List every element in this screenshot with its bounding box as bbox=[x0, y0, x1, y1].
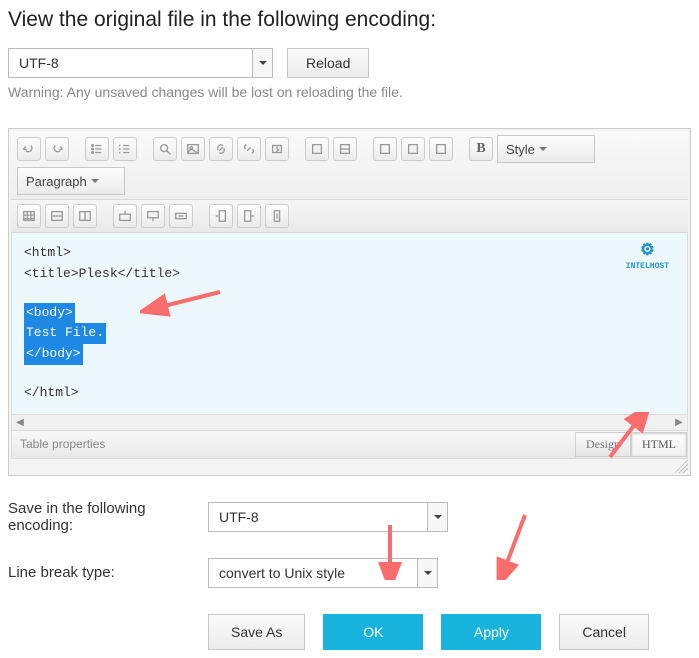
toolbar-btn-3-icon[interactable] bbox=[373, 137, 397, 161]
save-encoding-row: Save in the following encoding: UTF-8 bbox=[8, 500, 691, 534]
editor-statusbar: Table properties Design HTML bbox=[11, 431, 688, 459]
view-encoding-select[interactable]: UTF-8 bbox=[8, 48, 273, 78]
table-insert-col-before-icon[interactable] bbox=[209, 204, 233, 228]
table-insert-row-after-icon[interactable] bbox=[141, 204, 165, 228]
tab-html[interactable]: HTML bbox=[631, 432, 687, 457]
numbered-list-icon[interactable] bbox=[113, 137, 137, 161]
line-break-row: Line break type: convert to Unix style bbox=[8, 558, 691, 588]
editor-resize-grip[interactable] bbox=[11, 459, 688, 473]
table-insert-col-after-icon[interactable] bbox=[237, 204, 261, 228]
view-encoding-row: UTF-8 Reload bbox=[8, 48, 691, 78]
code-line-6: </html> bbox=[24, 383, 675, 404]
chevron-down-icon bbox=[87, 177, 103, 185]
paragraph-dropdown-value: Paragraph bbox=[26, 174, 87, 189]
table-delete-col-icon[interactable] bbox=[265, 204, 289, 228]
table-col-icon[interactable] bbox=[73, 204, 97, 228]
reload-button[interactable]: Reload bbox=[287, 48, 369, 78]
line-break-label: Line break type: bbox=[8, 564, 208, 581]
editor-toolbar-row-1: B Style Paragraph bbox=[11, 131, 688, 200]
save-encoding-select[interactable]: UTF-8 bbox=[208, 502, 448, 532]
scroll-left-icon[interactable]: ◀ bbox=[12, 417, 28, 428]
toolbar-btn-4-icon[interactable] bbox=[401, 137, 425, 161]
ok-button[interactable]: OK bbox=[323, 614, 423, 650]
code-line-2: <title>Plesk</title> bbox=[24, 264, 675, 285]
gear-icon: ⚙ bbox=[626, 241, 669, 261]
code-line-4-selected: Test File. bbox=[24, 323, 106, 344]
dropdown-arrow-icon bbox=[417, 559, 437, 587]
style-dropdown-value: Style bbox=[506, 142, 535, 157]
redo-icon[interactable] bbox=[45, 137, 69, 161]
dropdown-arrow-icon bbox=[252, 49, 272, 77]
undo-icon[interactable] bbox=[17, 137, 41, 161]
table-delete-row-icon[interactable] bbox=[169, 204, 193, 228]
intelhost-logo: ⚙ INTELHOST bbox=[626, 241, 669, 274]
bold-button[interactable]: B bbox=[469, 137, 493, 161]
table-insert-row-before-icon[interactable] bbox=[113, 204, 137, 228]
toolbar-btn-2-icon[interactable] bbox=[333, 137, 357, 161]
action-buttons: Save As OK Apply Cancel bbox=[208, 614, 691, 650]
line-break-select[interactable]: convert to Unix style bbox=[208, 558, 438, 588]
save-as-button[interactable]: Save As bbox=[208, 614, 305, 650]
unlink-icon[interactable] bbox=[237, 137, 261, 161]
bullet-list-icon[interactable] bbox=[85, 137, 109, 161]
paragraph-dropdown[interactable]: Paragraph bbox=[17, 167, 125, 195]
image-icon[interactable] bbox=[181, 137, 205, 161]
code-line-3-selected: <body> bbox=[24, 303, 75, 324]
page-title: View the original file in the following … bbox=[8, 8, 691, 32]
save-encoding-value: UTF-8 bbox=[209, 509, 427, 525]
apply-button[interactable]: Apply bbox=[441, 614, 541, 650]
cancel-button[interactable]: Cancel bbox=[559, 614, 649, 650]
logo-text: INTELHOST bbox=[626, 261, 669, 274]
scroll-right-icon[interactable]: ▶ bbox=[671, 417, 687, 428]
find-icon[interactable] bbox=[153, 137, 177, 161]
tab-design[interactable]: Design bbox=[575, 432, 631, 457]
flash-icon[interactable] bbox=[265, 137, 289, 161]
line-break-value: convert to Unix style bbox=[209, 565, 417, 581]
editor-toolbar-row-2 bbox=[11, 200, 688, 233]
chevron-down-icon bbox=[535, 145, 551, 153]
horizontal-scrollbar[interactable]: ◀ ▶ bbox=[11, 415, 688, 431]
style-dropdown[interactable]: Style bbox=[497, 135, 595, 163]
table-icon[interactable] bbox=[17, 204, 41, 228]
toolbar-btn-5-icon[interactable] bbox=[429, 137, 453, 161]
code-line-1: <html> bbox=[24, 243, 675, 264]
view-encoding-value: UTF-8 bbox=[9, 55, 252, 71]
dropdown-arrow-icon bbox=[427, 503, 447, 531]
toolbar-btn-1-icon[interactable] bbox=[305, 137, 329, 161]
code-line-5-selected: </body> bbox=[24, 344, 83, 365]
save-encoding-label: Save in the following encoding: bbox=[8, 500, 208, 534]
html-editor: B Style Paragraph ⚙ bbox=[8, 128, 691, 476]
editor-content[interactable]: ⚙ INTELHOST <html> <title>Plesk</title> … bbox=[11, 233, 688, 415]
unsaved-warning-text: Warning: Any unsaved changes will be los… bbox=[8, 84, 691, 100]
link-icon[interactable] bbox=[209, 137, 233, 161]
table-row-icon[interactable] bbox=[45, 204, 69, 228]
statusbar-context-label: Table properties bbox=[12, 437, 113, 451]
